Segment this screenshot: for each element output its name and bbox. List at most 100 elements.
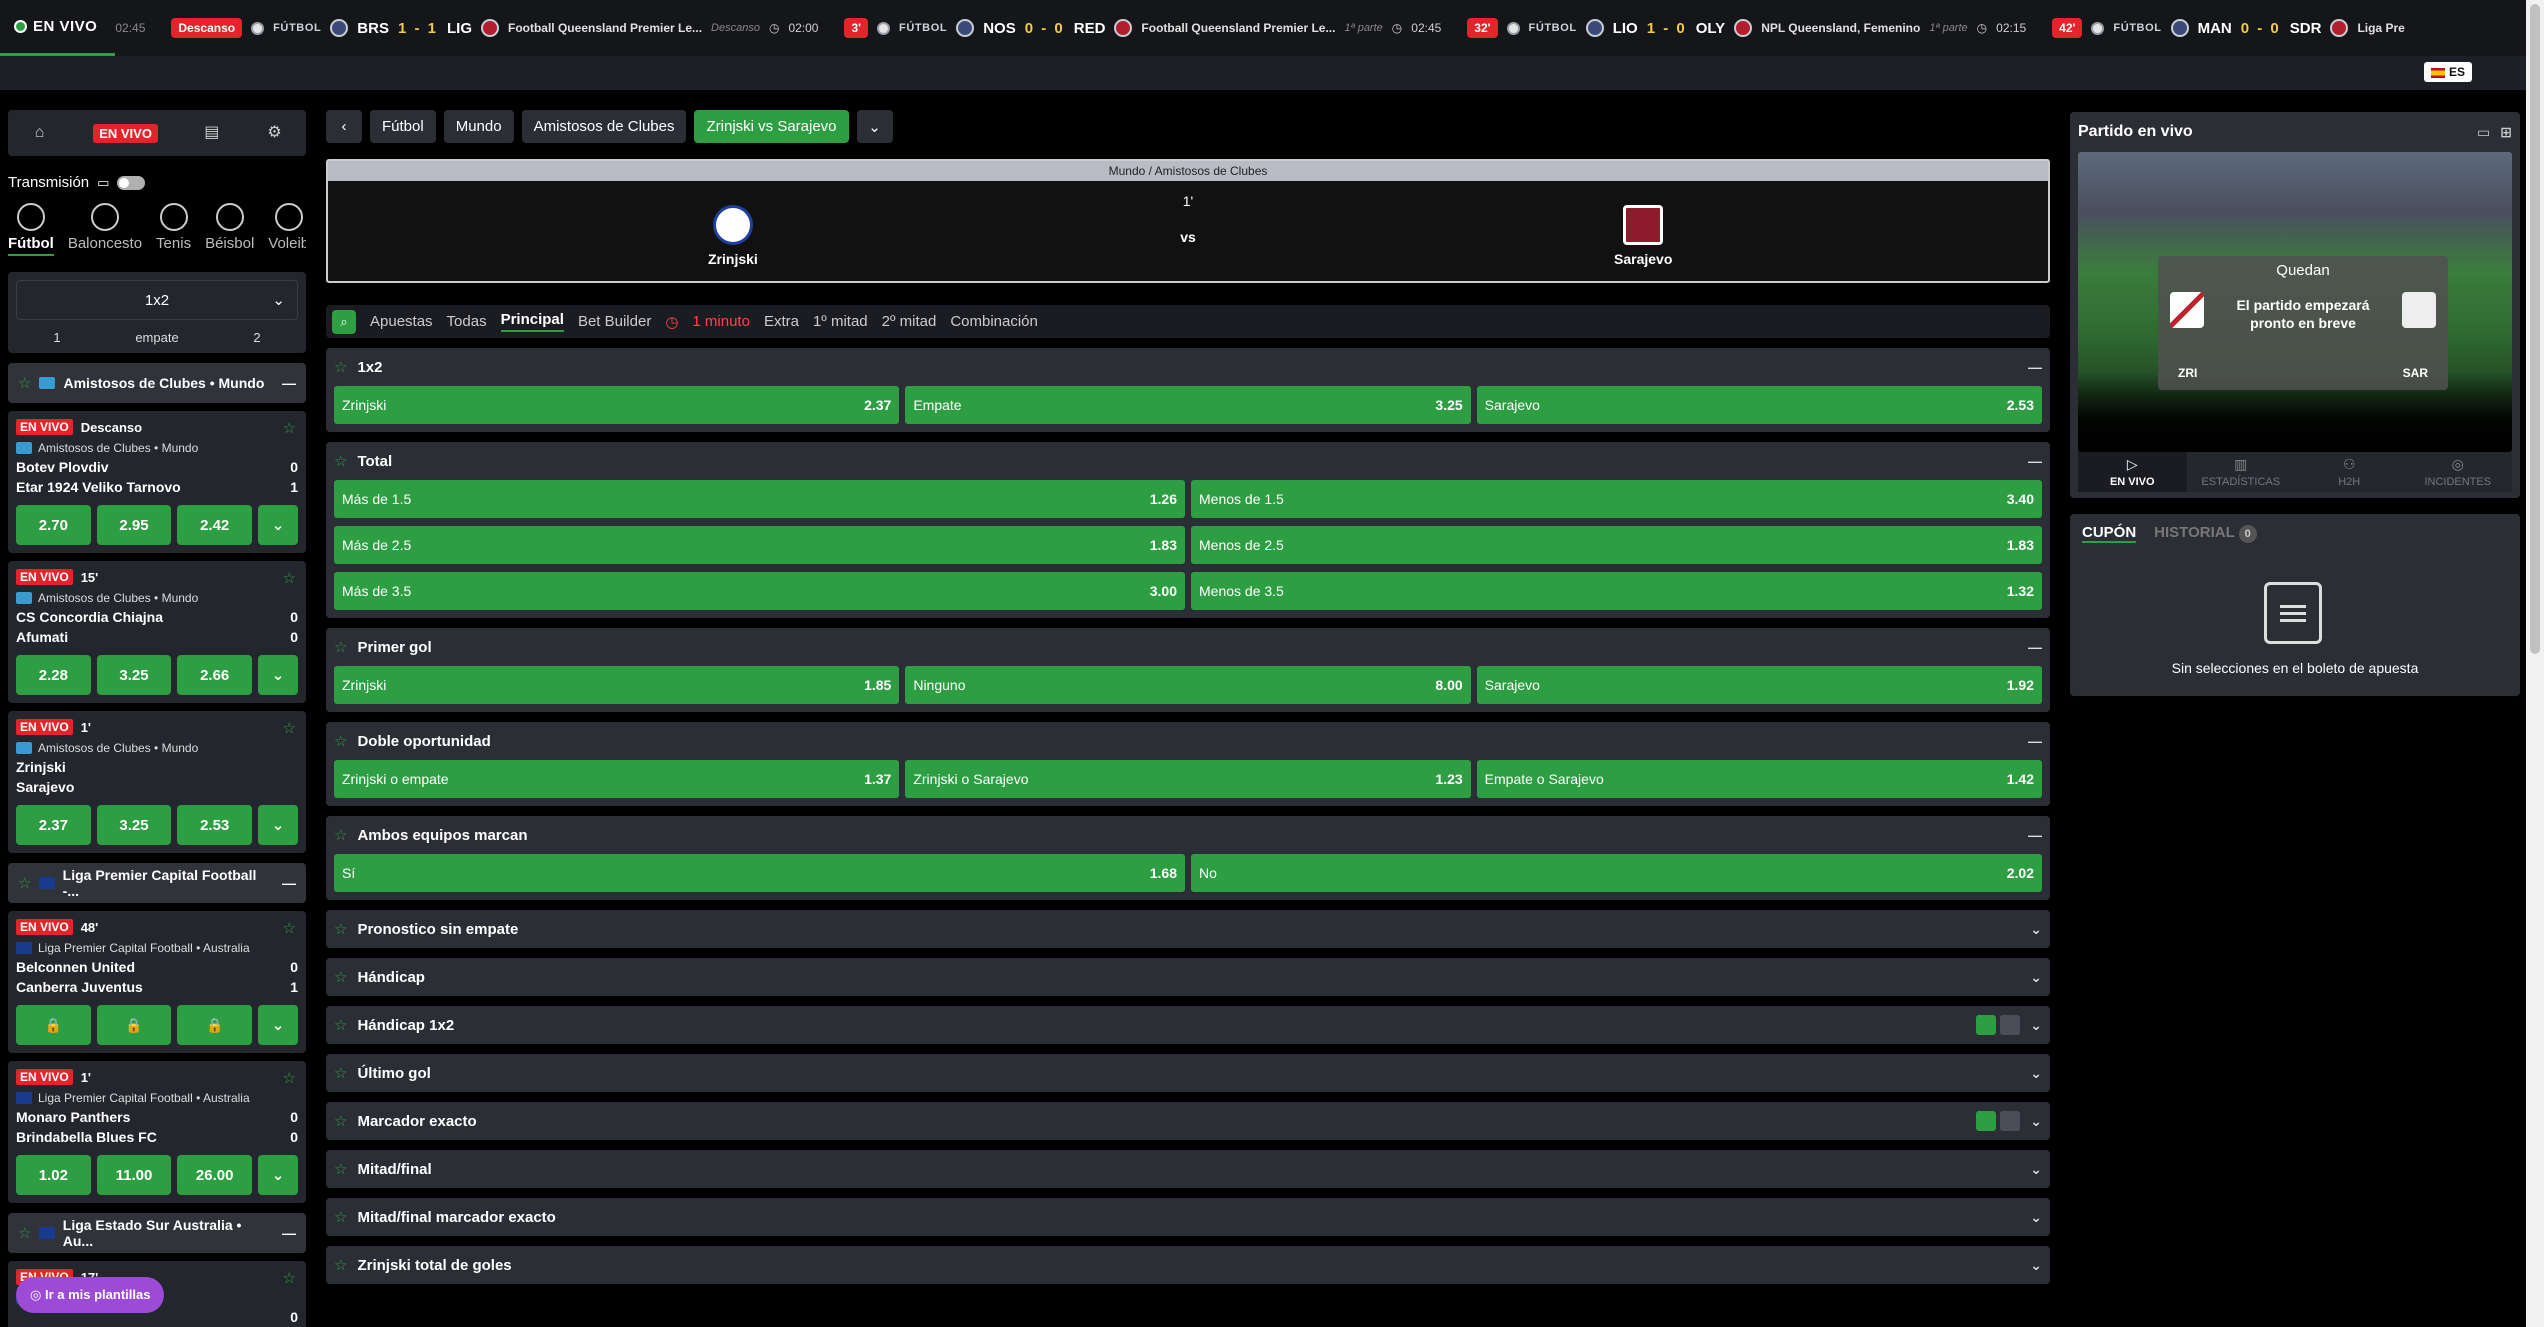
collapse-icon[interactable]: — <box>2028 733 2042 749</box>
sport-0[interactable]: Fútbol <box>8 203 54 256</box>
tab-5[interactable]: Extra <box>764 313 799 330</box>
sport-4[interactable]: Voleib <box>268 203 306 252</box>
league-group-header[interactable]: ☆ Amistosos de Clubes • Mundo — <box>8 363 306 403</box>
odd-button[interactable]: Más de 2.5 1.83 <box>334 526 1185 564</box>
tab-0[interactable]: Apuestas <box>370 313 433 330</box>
live-panel-tab-0[interactable]: ▷ EN VIVO <box>2078 452 2187 492</box>
sport-2[interactable]: Tenis <box>156 203 191 252</box>
odd-button[interactable]: Empate o Sarajevo 1.42 <box>1476 760 2042 798</box>
star-icon[interactable]: ☆ <box>18 374 31 392</box>
match-card[interactable]: EN VIVO Descanso ☆ Amistosos de Clubes • Mu… <box>8 411 306 553</box>
collapse-icon[interactable]: — <box>282 1225 296 1241</box>
star-icon[interactable]: ☆ <box>334 1160 347 1178</box>
match-card[interactable]: EN VIVO 1' ☆ Liga Premier Capital Football … <box>8 1061 306 1203</box>
star-icon[interactable]: ☆ <box>283 419 296 437</box>
list-view-icon[interactable] <box>2000 1111 2021 1131</box>
star-icon[interactable]: ☆ <box>334 920 347 938</box>
odd-button[interactable]: 2.66 <box>177 655 253 695</box>
market-header[interactable]: ☆ Mitad/final ⌄ <box>334 1150 2042 1188</box>
odd-button[interactable]: 🔒 <box>177 1005 253 1045</box>
odd-button[interactable]: 1.02 <box>16 1155 91 1195</box>
odd-button[interactable]: 🔒 <box>16 1005 91 1045</box>
star-icon[interactable]: ☆ <box>334 452 347 470</box>
sport-3[interactable]: Béisbol <box>205 203 254 252</box>
star-icon[interactable]: ☆ <box>18 1224 31 1242</box>
odd-button[interactable]: Ninguno 8.00 <box>905 666 1471 704</box>
star-icon[interactable]: ☆ <box>334 1256 347 1274</box>
market-header[interactable]: ☆ Zrinjski total de goles ⌄ <box>334 1246 2042 1284</box>
more-markets-button[interactable]: ⌄ <box>258 1005 299 1045</box>
league-group-header[interactable]: ☆ Liga Estado Sur Australia • Au... — <box>8 1213 306 1253</box>
market-header[interactable]: ☆ Ambos equipos marcan — <box>334 816 2042 854</box>
odd-button[interactable]: Sarajevo 2.53 <box>1476 386 2042 424</box>
odd-button[interactable]: Zrinjski 1.85 <box>334 666 900 704</box>
breadcrumb-item[interactable]: Amistosos de Clubes <box>521 110 687 143</box>
collapse-icon[interactable]: — <box>2028 827 2042 843</box>
tab-8[interactable]: Combinación <box>950 313 1038 330</box>
star-icon[interactable]: ☆ <box>334 358 347 376</box>
list-view-icon[interactable] <box>2000 1015 2021 1035</box>
league-group-header[interactable]: ☆ Liga Premier Capital Football -... — <box>8 863 306 903</box>
ticker-match[interactable]: 42' FÚTBOL MAN 0 - 0 SDR Liga Pre <box>2052 18 2405 38</box>
match-card[interactable]: EN VIVO 1' ☆ Amistosos de Clubes • Mundo Zri… <box>8 711 306 853</box>
odd-button[interactable]: 3.25 <box>96 805 172 845</box>
chevron-down-icon[interactable]: ⌄ <box>2030 1257 2042 1274</box>
nav-live-button[interactable]: EN VIVO <box>93 123 158 143</box>
match-card[interactable]: EN VIVO 15' ☆ Amistosos de Clubes • Mundo CS… <box>8 561 306 703</box>
history-tab[interactable]: HISTORIAL 0 <box>2154 524 2257 543</box>
more-markets-button[interactable]: ⌄ <box>258 1155 299 1195</box>
breadcrumb-item[interactable]: Mundo <box>443 110 514 143</box>
market-header[interactable]: ☆ Primer gol — <box>334 628 2042 666</box>
odd-button[interactable]: 3.25 <box>96 655 172 695</box>
gear-icon[interactable]: ⚙ <box>266 124 284 142</box>
chevron-down-icon[interactable]: ⌄ <box>2030 921 2042 938</box>
tab-7[interactable]: 2º mitad <box>882 313 937 330</box>
more-markets-button[interactable]: ⌄ <box>258 805 299 845</box>
calendar-icon[interactable]: ▤ <box>203 124 221 142</box>
odd-button[interactable]: Más de 3.5 3.00 <box>334 572 1185 610</box>
market-header[interactable]: ☆ Hándicap ⌄ <box>334 958 2042 996</box>
odd-button[interactable]: 26.00 <box>177 1155 253 1195</box>
breadcrumb-item[interactable]: Fútbol <box>370 110 436 143</box>
odd-button[interactable]: 2.37 <box>16 805 91 845</box>
star-icon[interactable]: ☆ <box>283 569 296 587</box>
star-icon[interactable]: ☆ <box>334 968 347 986</box>
odd-button[interactable]: Menos de 2.5 1.83 <box>1191 526 2042 564</box>
star-icon[interactable]: ☆ <box>334 1208 347 1226</box>
search-button[interactable]: ⌕ <box>332 309 356 334</box>
chevron-down-icon[interactable]: ⌄ <box>2030 1161 2042 1178</box>
breadcrumb-item[interactable]: Zrinjski vs Sarajevo <box>694 110 849 143</box>
market-header[interactable]: ☆ Doble oportunidad — <box>334 722 2042 760</box>
page-scrollbar[interactable] <box>2526 0 2544 1327</box>
chevron-down-icon[interactable]: ⌄ <box>2030 1017 2042 1034</box>
star-icon[interactable]: ☆ <box>334 826 347 844</box>
chevron-down-icon[interactable]: ⌄ <box>2030 1065 2042 1082</box>
ticker-live-tab[interactable]: EN VIVO <box>0 0 116 56</box>
odd-button[interactable]: Zrinjski o Sarajevo 1.23 <box>905 760 1471 798</box>
star-icon[interactable]: ☆ <box>334 1064 347 1082</box>
star-icon[interactable]: ☆ <box>18 874 31 892</box>
tab-1[interactable]: Todas <box>447 313 487 330</box>
live-panel-tab-3[interactable]: ◎ INCIDENTES <box>2404 452 2513 492</box>
collapse-icon[interactable]: — <box>282 875 296 891</box>
monitor-icon[interactable]: ▭ <box>2477 124 2490 141</box>
tab-6[interactable]: 1º mitad <box>813 313 868 330</box>
collapse-icon[interactable]: — <box>2028 639 2042 655</box>
live-panel-tab-1[interactable]: ▥ ESTADÍSTICAS <box>2187 452 2296 492</box>
odd-button[interactable]: Empate 3.25 <box>905 386 1471 424</box>
collapse-icon[interactable]: — <box>2028 359 2042 375</box>
transmission-toggle[interactable] <box>117 175 146 190</box>
odd-button[interactable]: Sí 1.68 <box>334 854 1185 892</box>
chevron-down-icon[interactable]: ⌄ <box>2030 1209 2042 1226</box>
star-icon[interactable]: ☆ <box>283 1269 296 1287</box>
odd-button[interactable]: 2.53 <box>177 805 253 845</box>
more-markets-button[interactable]: ⌄ <box>258 505 299 545</box>
tab-3[interactable]: Bet Builder <box>578 313 651 330</box>
tab-4[interactable]: 1 minuto <box>692 313 750 330</box>
more-markets-button[interactable]: ⌄ <box>258 655 299 695</box>
layout-icon[interactable]: ⊞ <box>2500 124 2512 141</box>
odd-button[interactable]: 2.42 <box>177 505 253 545</box>
market-header[interactable]: ☆ Último gol ⌄ <box>334 1054 2042 1092</box>
grid-view-icon[interactable] <box>1976 1111 1997 1131</box>
language-selector[interactable]: ES <box>2423 62 2472 82</box>
